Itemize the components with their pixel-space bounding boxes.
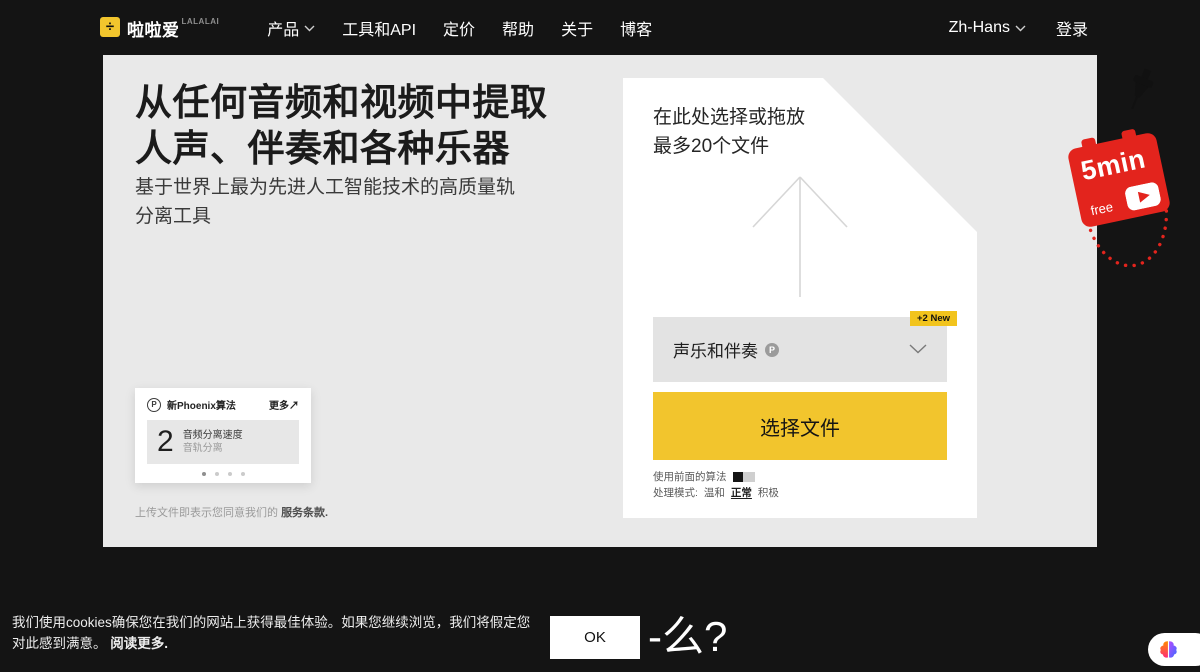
language-selector[interactable]: Zh-Hans: [949, 19, 1026, 37]
push-pin-icon: [1109, 66, 1169, 126]
assistant-widget[interactable]: [1148, 633, 1200, 666]
read-more-link[interactable]: 阅读更多.: [110, 636, 168, 651]
partially-hidden-heading: -么?: [648, 603, 727, 664]
dropzone-prompt: 在此处选择或拖放 最多20个文件: [653, 103, 805, 161]
terms-link[interactable]: 服务条款.: [281, 507, 328, 519]
select-files-button[interactable]: 选择文件: [653, 392, 947, 460]
top-nav: ÷ 啦啦爱 LALALAI 产品 工具和API 定价 帮助 关于 博客 Zh-H…: [0, 0, 1200, 56]
nav-products-label: 产品: [267, 16, 299, 40]
phoenix-stat-line2: 音轨分离: [183, 442, 243, 455]
cookie-line1: 我们使用cookies确保您在我们的网站上获得最佳体验。如果您继续浏览，我们将假…: [12, 615, 530, 630]
phoenix-algorithm-card[interactable]: P 新Phoenix算法 更多↗ 2 音频分离速度 音轨分离: [135, 388, 311, 483]
dropzone-prompt-line2: 最多20个文件: [653, 132, 805, 161]
phoenix-p-badge-icon: P: [765, 343, 779, 357]
logo[interactable]: ÷ 啦啦爱 LALALAI: [100, 16, 219, 41]
page-subtitle-line1: 基于世界上最为先进人工智能技术的高质量轨: [135, 173, 515, 202]
phoenix-stat-value: 2: [157, 425, 174, 459]
phoenix-p-icon: P: [147, 398, 161, 412]
phoenix-card-header: P 新Phoenix算法 更多↗: [135, 388, 311, 412]
logo-name: 啦啦爱: [127, 16, 180, 41]
page-title: 从任何音频和视频中提取 人声、伴奏和各种乐器: [135, 80, 548, 172]
hero-section: 从任何音频和视频中提取 人声、伴奏和各种乐器 基于世界上最为先进人工智能技术的高…: [103, 55, 1097, 547]
legacy-algorithm-row: 使用前面的算法: [653, 469, 755, 484]
stem-select-dropdown[interactable]: 声乐和伴奏 P: [653, 317, 947, 382]
language-label: Zh-Hans: [949, 19, 1010, 37]
stem-select-label: 声乐和伴奏: [673, 337, 758, 362]
header-right: Zh-Hans 登录: [949, 16, 1088, 40]
main-nav: 产品 工具和API 定价 帮助 关于 博客: [267, 16, 652, 40]
promo-5min-free: 5min free: [961, 58, 1191, 293]
brain-icon: [1157, 639, 1180, 660]
youtube-icon: [1124, 181, 1162, 212]
logo-divide-icon: ÷: [100, 17, 120, 37]
chevron-down-icon: [909, 341, 927, 359]
upload-arrow-icon: [740, 171, 860, 299]
tag-free-label: free: [1089, 199, 1114, 218]
nav-help[interactable]: 帮助: [502, 16, 534, 40]
phoenix-more-link[interactable]: 更多↗: [269, 397, 299, 412]
carousel-dot-2[interactable]: [215, 472, 219, 476]
nav-about[interactable]: 关于: [561, 16, 593, 40]
phoenix-card-title: 新Phoenix算法: [167, 397, 236, 412]
nav-products[interactable]: 产品: [267, 16, 315, 40]
carousel-dots: [135, 472, 311, 476]
mode-aggressive[interactable]: 积极: [758, 485, 779, 500]
chevron-down-icon: [1015, 19, 1026, 37]
carousel-dot-4[interactable]: [241, 472, 245, 476]
nav-blog[interactable]: 博客: [620, 16, 652, 40]
page-title-line2: 人声、伴奏和各种乐器: [135, 126, 548, 172]
legacy-toggle-label: 使用前面的算法: [653, 469, 727, 484]
carousel-dot-3[interactable]: [228, 472, 232, 476]
terms-prefix: 上传文件即表示您同意我们的: [135, 507, 278, 519]
tag-notch: [1081, 137, 1097, 149]
cookie-ok-button[interactable]: OK: [550, 616, 640, 659]
tag-minutes: 5min: [1078, 143, 1148, 187]
login-link[interactable]: 登录: [1056, 16, 1088, 40]
page-subtitle: 基于世界上最为先进人工智能技术的高质量轨 分离工具: [135, 173, 515, 231]
nav-pricing[interactable]: 定价: [443, 16, 475, 40]
processing-mode-label: 处理模式:: [653, 485, 698, 500]
phoenix-stat-box: 2 音频分离速度 音轨分离: [147, 420, 299, 464]
upload-dropzone[interactable]: 在此处选择或拖放 最多20个文件 声乐和伴奏 P +2 New 选择文件 使用前…: [623, 78, 977, 518]
phoenix-stat-line1: 音频分离速度: [183, 429, 243, 442]
page-subtitle-line2: 分离工具: [135, 202, 515, 231]
logo-superscript: LALALAI: [182, 17, 220, 26]
legacy-algorithm-toggle[interactable]: [733, 472, 755, 482]
page-title-line1: 从任何音频和视频中提取: [135, 80, 548, 126]
chevron-down-icon: [304, 19, 315, 37]
nav-tools-api[interactable]: 工具和API: [342, 16, 416, 40]
dropzone-prompt-line1: 在此处选择或拖放: [653, 103, 805, 132]
terms-notice: 上传文件即表示您同意我们的 服务条款.: [135, 504, 328, 520]
new-stems-badge: +2 New: [910, 311, 957, 326]
tag-notch: [1121, 129, 1137, 141]
carousel-dot-1[interactable]: [202, 472, 206, 476]
processing-mode-row: 处理模式: 温和 正常 积极: [653, 485, 779, 500]
youtube-5min-free-tag[interactable]: 5min free: [1067, 132, 1172, 229]
cookie-notice: 我们使用cookies确保您在我们的网站上获得最佳体验。如果您继续浏览，我们将假…: [12, 612, 537, 654]
cookie-line2: 对此感到满意。: [12, 636, 110, 651]
mode-normal[interactable]: 正常: [731, 485, 752, 500]
mode-mild[interactable]: 温和: [704, 485, 725, 500]
